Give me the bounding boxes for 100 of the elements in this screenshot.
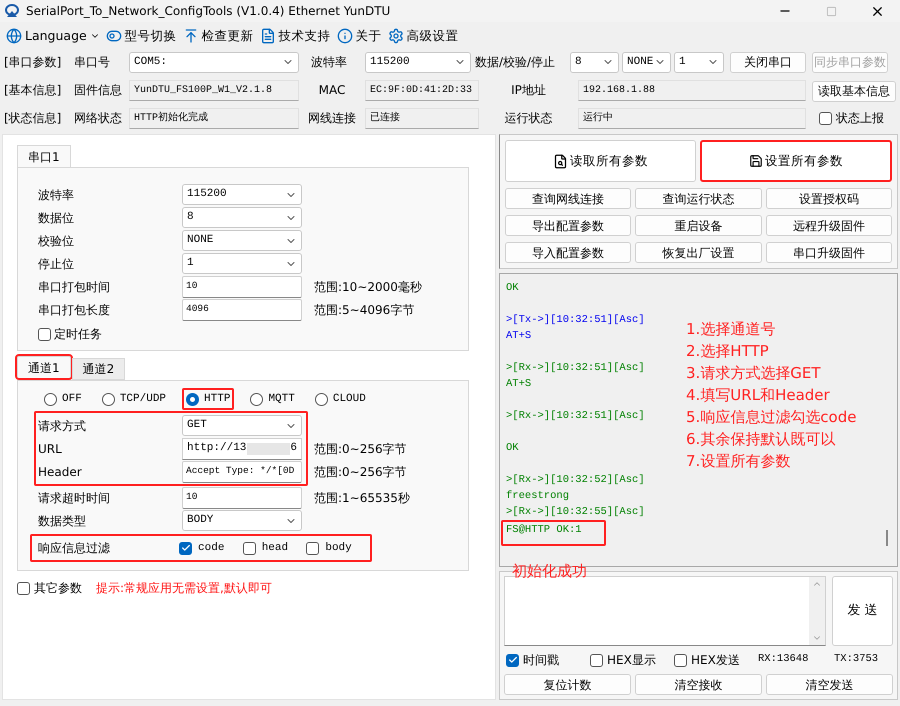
field-label: 串口打包时间 [38, 278, 111, 296]
action-button[interactable]: 导出配置参数 [505, 215, 632, 236]
field-label: 请求超时时间 [38, 490, 111, 506]
log-line: freestrong [506, 489, 570, 504]
action-button[interactable]: 查询运行状态 [635, 188, 762, 209]
action-button[interactable]: 恢复出厂设置 [635, 242, 762, 263]
action-button[interactable]: 关闭串口 [730, 52, 806, 72]
checkbox-label: code [198, 540, 224, 556]
tab[interactable]: 串口1 [17, 145, 71, 167]
input-field[interactable]: 4096 [182, 298, 302, 320]
checkbox[interactable] [17, 582, 30, 594]
checkbox-label: 状态上报 [836, 110, 884, 127]
field-label: URL [38, 440, 63, 458]
dropdown[interactable]: NONE [182, 230, 302, 251]
search-document-icon [552, 154, 568, 168]
checkbox[interactable] [674, 654, 687, 666]
checkbox[interactable] [306, 542, 320, 554]
field-label: 波特率 [310, 54, 348, 71]
save-icon [748, 154, 763, 168]
dropdown[interactable]: NONE [622, 52, 671, 72]
input-field[interactable]: 10 [182, 276, 302, 298]
dropdown[interactable]: 115200 [182, 184, 302, 205]
log-line: AT+S [506, 329, 532, 344]
log-line: >[Tx->][10:32:51][Asc] [506, 313, 645, 328]
field-label: 数据类型 [38, 512, 87, 530]
action-button[interactable]: 设置授权码 [766, 188, 892, 209]
field-label: Header [38, 464, 83, 480]
radio-option[interactable]: CLOUD [314, 390, 366, 408]
dropdown[interactable]: 8 [570, 52, 619, 72]
field-label: MAC [318, 82, 346, 99]
checkbox[interactable] [506, 654, 519, 666]
input-field[interactable]: 10 [182, 486, 302, 508]
dropdown[interactable]: 115200 [365, 52, 471, 72]
field-label: 请求方式 [38, 418, 87, 434]
tx-counter: TX:3753 [834, 652, 878, 668]
readonly-field: EC:9F:0D:41:2D:33 [365, 80, 479, 100]
action-button[interactable]: 复位计数 [504, 674, 631, 695]
checkbox-label: HEX发送 [691, 652, 740, 669]
settings-icon [388, 28, 404, 44]
checkbox-label: 时间戳 [523, 652, 559, 669]
action-button[interactable]: 设置所有参数 [700, 140, 892, 182]
readonly-field: 192.168.1.88 [578, 80, 806, 100]
dropdown[interactable]: GET [182, 415, 302, 436]
app-logo-icon [4, 4, 20, 18]
dropdown[interactable]: 1 [182, 253, 302, 274]
action-button[interactable]: 清空接收 [635, 674, 762, 695]
dropdown[interactable]: 8 [182, 207, 302, 228]
radio-option[interactable]: HTTP [186, 390, 230, 408]
radio-option[interactable]: TCP/UDP [102, 390, 166, 408]
action-button[interactable]: 重启设备 [635, 215, 762, 236]
action-button[interactable]: 远程升级固件 [766, 215, 892, 236]
log-line: >[Rx->][10:32:51][Asc] [506, 361, 645, 376]
action-button[interactable]: 清空发送 [766, 674, 893, 695]
radio-option[interactable]: OFF [44, 390, 82, 408]
section-label: [基本信息] [4, 82, 62, 99]
dropdown[interactable]: 1 [674, 52, 724, 72]
action-button[interactable]: 读取基本信息 [812, 80, 896, 102]
input-field[interactable]: Accept Type: */*[0D [182, 460, 302, 482]
checkbox[interactable] [242, 542, 256, 554]
input-field[interactable]: http://13 6 [182, 438, 302, 460]
document-icon [260, 28, 276, 44]
hint-text: 提示:常规应用无需设置,默认即可 [96, 580, 272, 597]
checkbox-label: 定时任务 [54, 326, 102, 343]
log-line: >[Rx->][10:32:55][Asc] [506, 505, 645, 520]
range-hint: 范围:1~65535秒 [314, 490, 410, 506]
checkbox[interactable] [819, 112, 832, 124]
field-label: 串口号 [74, 54, 111, 71]
field-label: 串口打包长度 [38, 302, 111, 318]
section-label: [串口参数] [4, 54, 62, 71]
checkbox[interactable] [590, 654, 603, 666]
dropdown[interactable]: COM5: [129, 52, 299, 72]
checkbox[interactable] [38, 328, 51, 340]
toolbar-button[interactable]: Language [6, 26, 100, 46]
range-hint: 范围:5~4096字节 [314, 302, 414, 318]
dropdown[interactable]: BODY [182, 510, 302, 531]
radio-option[interactable]: MQTT [250, 390, 295, 408]
action-button[interactable]: 导入配置参数 [505, 242, 632, 263]
toggle-icon [106, 28, 122, 44]
section-label: [状态信息] [4, 110, 62, 127]
toolbar-button[interactable]: 关于 [336, 26, 382, 46]
instruction-text: 5.响应信息过滤勾选code [686, 407, 856, 428]
field-label: 响应信息过滤 [38, 540, 111, 557]
toolbar-button[interactable]: 高级设置 [388, 26, 459, 46]
toolbar-button[interactable]: 检查更新 [182, 26, 254, 46]
field-label: 网络状态 [74, 110, 123, 127]
action-button[interactable]: 读取所有参数 [505, 140, 696, 182]
field-label: 数据/校验/停止 [474, 54, 556, 71]
instruction-text: 1.选择通道号 [686, 319, 776, 340]
tab[interactable]: 通道2 [72, 358, 126, 380]
instruction-text: 7.设置所有参数 [686, 451, 792, 472]
send-button[interactable]: 发 送 [832, 576, 893, 646]
window-title: SerialPort_To_Network_ConfigTools (V1.0.4) Ethernet YunDTU [26, 3, 390, 20]
instruction-text: 3.请求方式选择GET [686, 363, 822, 384]
checkbox[interactable] [179, 542, 192, 554]
tab[interactable]: 通道1 [17, 356, 71, 378]
toolbar-button[interactable]: 技术支持 [260, 26, 331, 46]
action-button[interactable]: 串口升级固件 [766, 242, 892, 263]
action-button[interactable]: 查询网线连接 [505, 188, 632, 209]
toolbar-button[interactable]: 型号切换 [106, 26, 177, 46]
blurred-text [247, 442, 290, 454]
